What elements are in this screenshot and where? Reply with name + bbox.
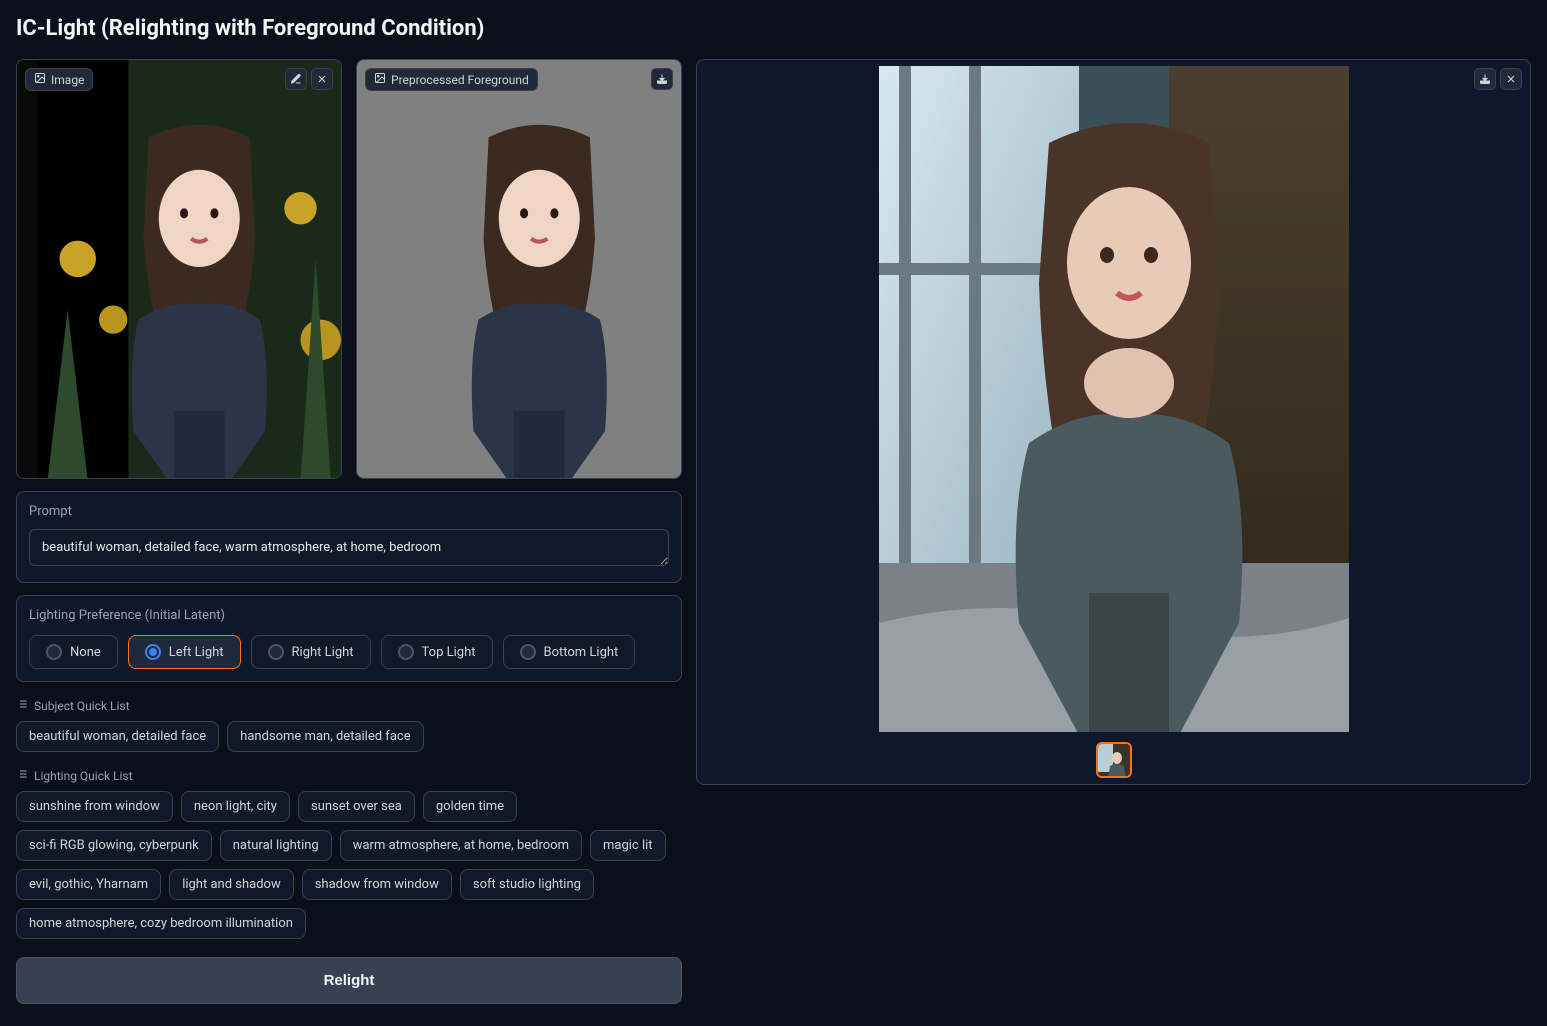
prompt-input[interactable] [29,529,669,566]
image-row: Image [16,59,682,479]
subject-chip[interactable]: handsome man, detailed face [227,721,423,752]
lighting-option-top-light[interactable]: Top Light [381,635,493,669]
image-icon [34,72,46,87]
preprocessed-label: Preprocessed Foreground [365,68,538,91]
subject-quick-header: Subject Quick List [16,694,682,713]
lighting-quick-header: Lighting Quick List [16,764,682,783]
output-actions [1474,68,1522,90]
lighting-chip[interactable]: sunset over sea [298,791,415,822]
download-preprocessed-button[interactable] [651,68,673,90]
lighting-heading: Lighting Preference (Initial Latent) [29,608,669,623]
lighting-quick-list: Lighting Quick List sunshine from window… [16,764,682,939]
lighting-panel: Lighting Preference (Initial Latent) Non… [16,595,682,682]
clear-output-button[interactable] [1500,68,1522,90]
page-title: IC-Light (Relighting with Foreground Con… [16,16,1531,41]
subject-chips: beautiful woman, detailed face handsome m… [16,721,682,752]
preprocessed-label-text: Preprocessed Foreground [391,73,529,87]
lighting-radio-row: None Left Light Right Light Top Light Bottom… [29,635,669,669]
prompt-panel: Prompt [16,491,682,583]
radio-label: None [70,645,101,660]
lighting-chip[interactable]: sunshine from window [16,791,173,822]
lighting-chip[interactable]: soft studio lighting [460,869,594,900]
lighting-chip[interactable]: evil, gothic, Yharnam [16,869,161,900]
gallery-thumb-0[interactable] [1096,742,1132,778]
output-gallery-thumbs [1096,742,1132,778]
output-image-content[interactable] [879,66,1349,732]
radio-icon [520,644,536,660]
lighting-quick-label: Lighting Quick List [34,769,133,783]
image-icon [374,72,386,87]
clear-image-button[interactable] [311,68,333,90]
relight-button[interactable]: Relight [16,957,682,1004]
lighting-chip[interactable]: natural lighting [220,830,332,861]
radio-icon [398,644,414,660]
prompt-label: Prompt [29,504,669,519]
download-output-button[interactable] [1474,68,1496,90]
input-image-actions [285,68,333,90]
lighting-chip[interactable]: shadow from window [302,869,452,900]
preprocessed-image-content [357,60,681,478]
input-image-label: Image [25,68,93,91]
subject-quick-list: Subject Quick List beautiful woman, deta… [16,694,682,752]
lighting-chip[interactable]: sci-fi RGB glowing, cyberpunk [16,830,212,861]
input-image-label-text: Image [51,73,84,87]
lighting-chip[interactable]: home atmosphere, cozy bedroom illuminati… [16,908,306,939]
subject-quick-label: Subject Quick List [34,699,130,713]
lighting-option-bottom-light[interactable]: Bottom Light [503,635,636,669]
preprocessed-panel[interactable]: Preprocessed Foreground [356,59,682,479]
lighting-option-right-light[interactable]: Right Light [251,635,371,669]
radio-icon [46,644,62,660]
input-image-content [17,60,341,478]
radio-label: Right Light [292,645,354,660]
radio-icon [268,644,284,660]
input-image-panel[interactable]: Image [16,59,342,479]
lighting-chip[interactable]: golden time [423,791,517,822]
radio-label: Bottom Light [544,645,619,660]
right-column [696,59,1531,785]
radio-icon [145,644,161,660]
preprocessed-actions [651,68,673,90]
output-panel [696,59,1531,785]
lighting-chip[interactable]: warm atmosphere, at home, bedroom [340,830,582,861]
lighting-chip[interactable]: magic lit [590,830,666,861]
lighting-chips: sunshine from window neon light, city suns… [16,791,682,939]
list-icon [16,768,28,783]
radio-label: Left Light [169,645,224,660]
list-icon [16,698,28,713]
lighting-chip[interactable]: neon light, city [181,791,290,822]
edit-image-button[interactable] [285,68,307,90]
lighting-option-none[interactable]: None [29,635,118,669]
lighting-option-left-light[interactable]: Left Light [128,635,241,669]
subject-chip[interactable]: beautiful woman, detailed face [16,721,219,752]
left-column: Image [16,59,682,1004]
radio-label: Top Light [422,645,476,660]
lighting-chip[interactable]: light and shadow [169,869,294,900]
app-container: Image [16,59,1531,1004]
